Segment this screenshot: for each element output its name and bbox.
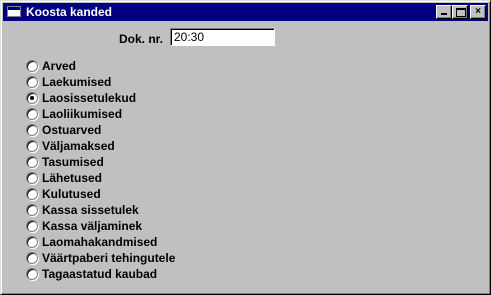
koosta-kanded-window: Koosta kanded × Dok. nr. 20:30 Arved Laek…	[0, 0, 491, 295]
close-button[interactable]: ×	[470, 5, 486, 19]
radio-label: Tagaastatud kaubad	[42, 267, 158, 281]
minimize-button[interactable]	[436, 5, 452, 19]
radio-label: Tasumised	[42, 155, 104, 169]
radio-button[interactable]	[26, 92, 38, 104]
radio-option[interactable]: Laomahakandmised	[26, 234, 246, 250]
radio-option[interactable]: Tagaastatud kaubad	[26, 266, 246, 282]
radio-button[interactable]	[26, 220, 38, 232]
radio-label: Laoliikumised	[42, 107, 123, 121]
maximize-button[interactable]	[452, 5, 468, 19]
radio-option[interactable]: Laosissetulekud	[26, 90, 246, 106]
radio-label: Väljamaksed	[42, 139, 115, 153]
radio-label: Kulutused	[42, 187, 101, 201]
radio-option[interactable]: Kassa sissetulek	[26, 202, 246, 218]
radio-option[interactable]: Arved	[26, 58, 246, 74]
radio-button[interactable]	[26, 268, 38, 280]
radio-option[interactable]: Ostuarved	[26, 122, 246, 138]
radio-button[interactable]	[26, 140, 38, 152]
title-bar[interactable]: Koosta kanded ×	[3, 3, 488, 21]
radio-option[interactable]: Laoliikumised	[26, 106, 246, 122]
radio-button[interactable]	[26, 204, 38, 216]
radio-label: Laomahakandmised	[42, 235, 158, 249]
radio-label: Laosissetulekud	[42, 91, 137, 105]
radio-label: Laekumised	[42, 75, 112, 89]
radio-button[interactable]	[26, 124, 38, 136]
radio-option[interactable]: Väärtpaberi tehingutele	[26, 250, 246, 266]
window-title: Koosta kanded	[26, 5, 113, 19]
radio-option[interactable]: Laekumised	[26, 74, 246, 90]
radio-button[interactable]	[26, 76, 38, 88]
radio-label: Lähetused	[42, 171, 103, 185]
radio-button[interactable]	[26, 188, 38, 200]
radio-button[interactable]	[26, 172, 38, 184]
radio-label: Arved	[42, 59, 77, 73]
radio-label: Kassa väljaminek	[42, 219, 143, 233]
radio-option[interactable]: Väljamaksed	[26, 138, 246, 154]
radio-label: Väärtpaberi tehingutele	[42, 251, 176, 265]
radio-label: Ostuarved	[42, 123, 102, 137]
window-icon[interactable]	[7, 6, 21, 17]
radio-button[interactable]	[26, 236, 38, 248]
radio-option[interactable]: Kulutused	[26, 186, 246, 202]
radio-button[interactable]	[26, 252, 38, 264]
radio-option[interactable]: Kassa väljaminek	[26, 218, 246, 234]
doc-number-label: Dok. nr.	[119, 32, 164, 46]
radio-option[interactable]: Lähetused	[26, 170, 246, 186]
radio-label: Kassa sissetulek	[42, 203, 139, 217]
radio-button[interactable]	[26, 156, 38, 168]
entry-type-radio-group: Arved Laekumised Laosissetulekud Laoliikumi…	[26, 58, 246, 282]
doc-number-input[interactable]: 20:30	[170, 28, 275, 46]
radio-option[interactable]: Tasumised	[26, 154, 246, 170]
radio-button[interactable]	[26, 108, 38, 120]
radio-button[interactable]	[26, 60, 38, 72]
